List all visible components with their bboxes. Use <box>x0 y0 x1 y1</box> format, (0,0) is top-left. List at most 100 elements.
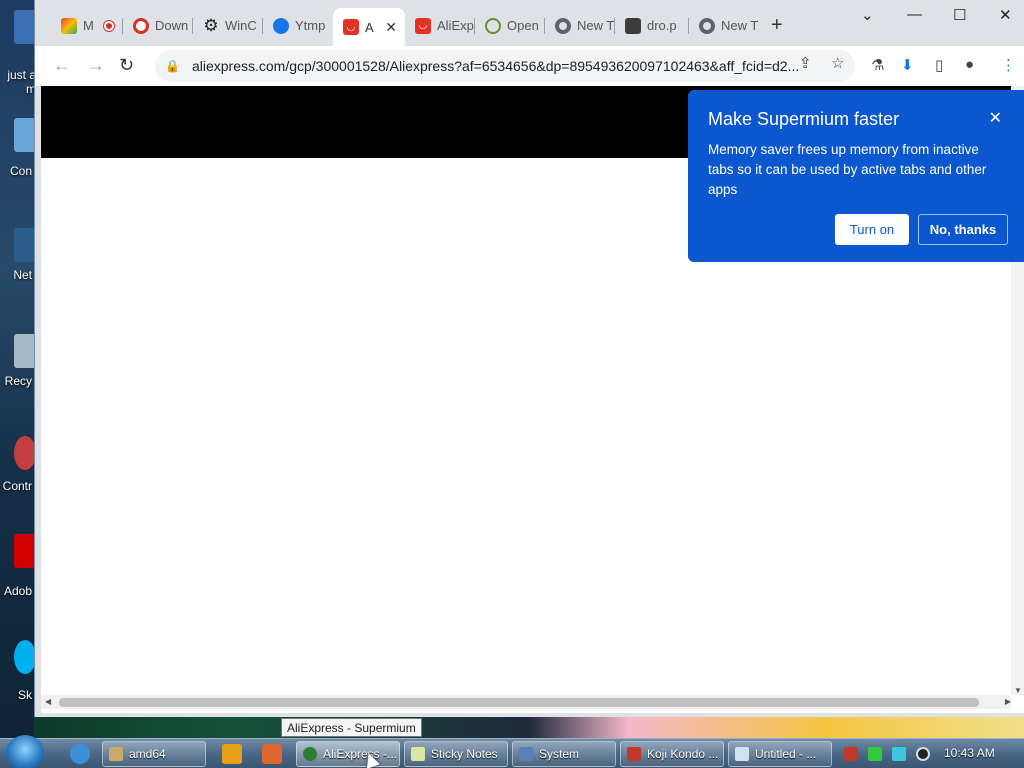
taskbar-item-label: Koji Kondo ... <box>647 747 719 761</box>
browser-icon <box>303 747 317 761</box>
chrome-icon <box>555 17 571 34</box>
folder-icon <box>14 10 36 44</box>
system-icon <box>519 747 533 761</box>
reload-button[interactable]: ↻ <box>119 55 134 76</box>
scrollbar-thumb[interactable] <box>59 698 979 707</box>
tray-media-icon[interactable] <box>916 747 930 761</box>
adobe-icon <box>14 534 36 568</box>
desktop-icon-label: Sk <box>17 688 32 702</box>
taskbar-item-label: AliExpress -... <box>323 747 398 761</box>
control-panel-icon <box>14 436 36 470</box>
network-icon <box>14 228 36 262</box>
sticky-notes-icon <box>411 747 425 761</box>
tab-title: AliExp <box>437 18 474 33</box>
desktop-icon-label: Con <box>9 164 32 178</box>
skype-icon <box>14 640 36 674</box>
forward-button[interactable]: → <box>87 55 105 76</box>
minimize-button[interactable]: — <box>907 6 922 23</box>
openai-icon <box>485 17 501 34</box>
computer-icon <box>14 118 36 152</box>
share-icon[interactable]: ⇪ <box>799 54 812 72</box>
lock-icon: 🔒 <box>165 59 180 73</box>
aliexpress-icon: ◡ <box>343 19 359 35</box>
back-button[interactable]: ← <box>53 55 71 76</box>
new-tab-button[interactable]: + <box>771 14 783 37</box>
tab-aliexpress-active[interactable]: ◡ A ✕ <box>333 8 405 46</box>
memory-saver-bubble: Make Supermium faster ✕ Memory saver fre… <box>688 90 1024 262</box>
tray-app-icon[interactable] <box>844 747 858 761</box>
media-player-icon[interactable] <box>222 744 242 764</box>
wallpaper-strip <box>34 717 1024 738</box>
taskbar-item-label: Untitled - ... <box>755 747 817 761</box>
taskbar-item-sticky-notes[interactable]: Sticky Notes <box>404 741 508 767</box>
tray-network-icon[interactable] <box>868 747 882 761</box>
taskbar-item-system[interactable]: System <box>512 741 616 767</box>
horizontal-scrollbar[interactable]: ◀ ▶ <box>41 695 1011 709</box>
gear-icon: ⚙ <box>203 15 219 35</box>
tab-ytmp[interactable]: Ytmp <box>263 10 333 41</box>
tab-download[interactable]: Down <box>123 10 193 41</box>
start-button[interactable] <box>6 735 44 768</box>
scroll-down-icon[interactable]: ▼ <box>1014 686 1022 695</box>
tab-title: Down <box>155 18 189 33</box>
desktop-icon-label: Recy <box>4 374 32 388</box>
tab-new-tab-2[interactable]: New T <box>689 10 759 41</box>
tab-open[interactable]: Open <box>475 10 545 41</box>
taskbar: amd64 AliExpress -... Sticky Notes Syste… <box>0 735 1024 768</box>
taskbar-item-koji-kondo[interactable]: Koji Kondo ... <box>620 741 724 767</box>
internet-explorer-icon[interactable] <box>70 744 90 764</box>
tray-display-icon[interactable] <box>892 747 906 761</box>
scroll-left-icon[interactable]: ◀ <box>45 697 51 706</box>
turn-on-button[interactable]: Turn on <box>835 214 909 245</box>
downloads-icon[interactable]: ⬇ <box>901 56 914 74</box>
download-icon <box>133 17 149 34</box>
notepad-icon <box>735 747 749 761</box>
bubble-body: Memory saver frees up memory from inacti… <box>708 142 987 197</box>
tab-title: M <box>83 18 94 33</box>
desktop-icon-label: just a <box>7 68 36 82</box>
folder-icon <box>109 747 123 761</box>
tab-title: WinC <box>225 18 257 33</box>
no-thanks-button[interactable]: No, thanks <box>918 214 1008 245</box>
bubble-title: Make Supermium faster <box>708 109 900 129</box>
app-icon[interactable] <box>262 744 282 764</box>
taskbar-tooltip: AliExpress - Supermium <box>281 718 422 737</box>
address-bar[interactable]: 🔒 aliexpress.com/gcp/300001528/Aliexpres… <box>155 50 855 82</box>
toolbar: ← → ↻ 🔒 aliexpress.com/gcp/300001528/Ali… <box>35 46 1024 86</box>
ytmp-icon <box>273 17 289 34</box>
taskbar-clock[interactable]: 10:43 AM <box>944 746 995 760</box>
url-text[interactable]: aliexpress.com/gcp/300001528/Aliexpress?… <box>192 58 802 74</box>
taskbar-item-amd64[interactable]: amd64 <box>102 741 206 767</box>
extensions-icon[interactable]: ⚗ <box>871 56 884 74</box>
taskbar-item-aliexpress[interactable]: AliExpress -... <box>296 741 400 767</box>
tab-title: A <box>365 19 374 35</box>
taskbar-item-label: Sticky Notes <box>431 747 498 761</box>
close-icon[interactable]: ✕ <box>385 19 397 36</box>
desktop-icon-label: Net <box>13 268 32 282</box>
maximize-button[interactable]: ☐ <box>953 6 966 24</box>
aliexpress-icon: ◡ <box>415 17 431 34</box>
tab-aliexpress[interactable]: ◡ AliExp <box>405 10 475 41</box>
tab-title: New T <box>577 18 615 33</box>
profile-icon[interactable]: ● <box>965 56 974 73</box>
taskbar-item-untitled[interactable]: Untitled - ... <box>728 741 832 767</box>
tab-winc[interactable]: ⚙ WinC <box>193 10 263 41</box>
recycle-bin-icon <box>14 334 36 368</box>
tab-title: Ytmp <box>295 18 326 33</box>
side-panel-icon[interactable]: ▯ <box>935 56 943 74</box>
tab-title: dro.p <box>647 18 677 33</box>
taskbar-item-label: amd64 <box>129 747 166 761</box>
chrome-icon <box>699 17 715 34</box>
bookmark-star-icon[interactable]: ☆ <box>831 54 844 72</box>
scroll-right-icon[interactable]: ▶ <box>1005 697 1011 706</box>
close-window-button[interactable]: ✕ <box>999 6 1012 24</box>
tab-new-tab[interactable]: New T <box>545 10 615 41</box>
tab-gmail[interactable]: M <box>51 10 123 41</box>
music-icon <box>627 747 641 761</box>
desktop-icon-label: Contr <box>2 479 32 493</box>
tab-search-chevron-icon[interactable]: ⌄ <box>861 6 874 24</box>
close-icon[interactable]: ✕ <box>989 108 1002 128</box>
tab-dro[interactable]: dro.p <box>615 10 689 41</box>
menu-dots-icon[interactable]: ⋮ <box>1001 56 1016 74</box>
tab-strip: M Down ⚙ WinC Ytmp ◡ A ✕ ◡ AliExp Open N… <box>35 0 1024 46</box>
